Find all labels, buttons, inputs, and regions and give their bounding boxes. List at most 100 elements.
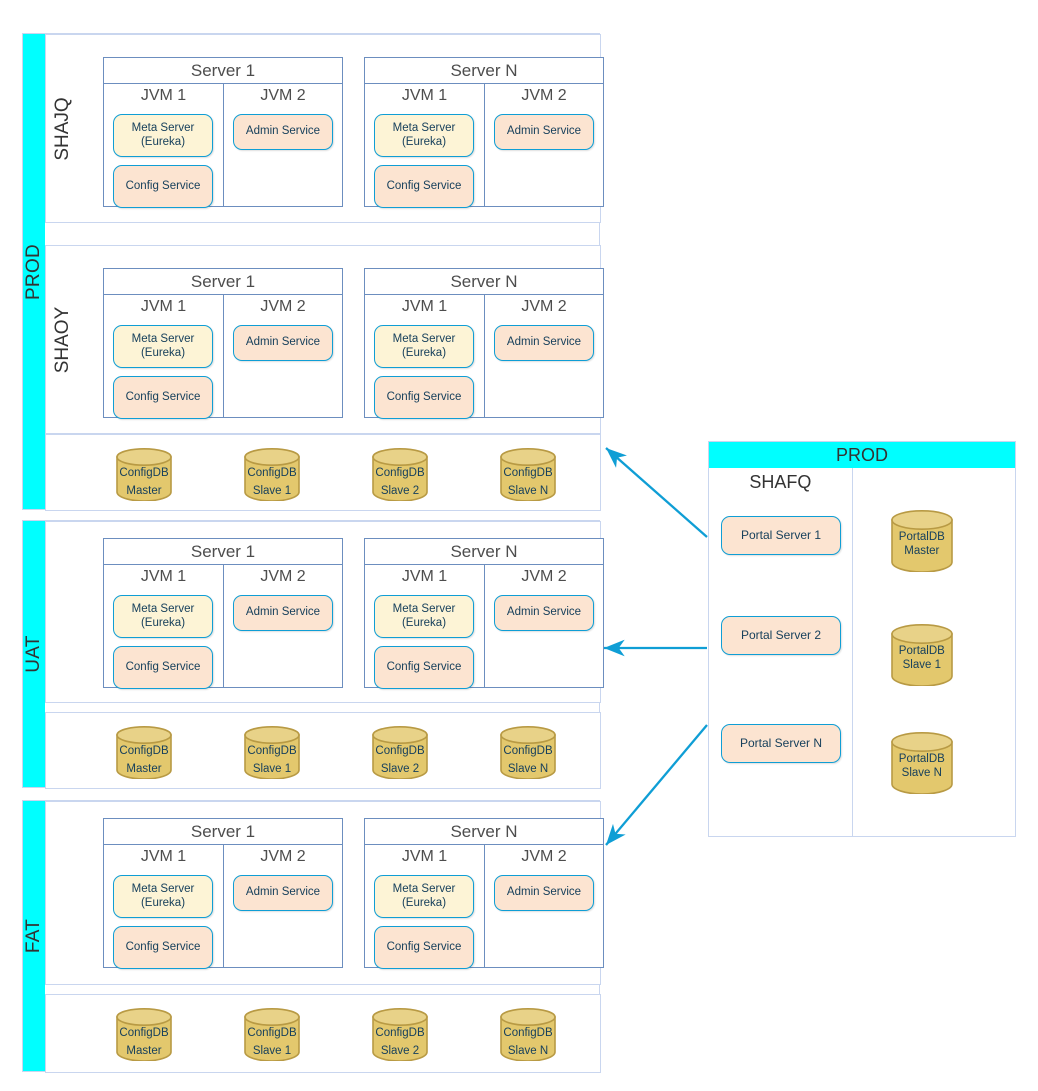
env-band-uat: UAT xyxy=(23,521,45,787)
jvm-box: JVM 1 Meta Server (Eureka) Config Servic… xyxy=(104,845,223,967)
chip-line-2: (Eureka) xyxy=(132,347,195,360)
db-cylinder-configdb-master[interactable]: ConfigDB Master xyxy=(116,448,172,501)
database-icon xyxy=(116,448,172,501)
chip-line-2: (Eureka) xyxy=(132,897,195,910)
chip-line-2: (Eureka) xyxy=(393,347,456,360)
chip-line-1: Meta Server xyxy=(132,333,195,346)
service-chip-meta-server[interactable]: Meta Server (Eureka) xyxy=(113,875,213,918)
database-icon xyxy=(500,1008,556,1061)
chip-line-1: Admin Service xyxy=(246,886,320,899)
service-chip-admin-service[interactable]: Admin Service xyxy=(233,875,333,911)
server-box: Server N JVM 1 Meta Server (Eureka) Conf… xyxy=(364,538,604,688)
database-icon xyxy=(500,726,556,779)
env-band-fat: FAT xyxy=(23,801,45,1071)
server-title: Server 1 xyxy=(104,58,342,84)
fat-cluster: Server 1 JVM 1 Meta Server (Eureka) Conf… xyxy=(45,801,601,985)
service-chip-config-service[interactable]: Config Service xyxy=(113,926,213,969)
chip-line-1: Admin Service xyxy=(507,125,581,138)
service-chip-config-service[interactable]: Config Service xyxy=(113,376,213,419)
prod-configdb-row: ConfigDB Master ConfigDB Slave 1 ConfigD… xyxy=(45,434,601,511)
database-icon xyxy=(244,726,300,779)
portal-server-2[interactable]: Portal Server 2 xyxy=(721,616,841,655)
portal-server-n[interactable]: Portal Server N xyxy=(721,724,841,763)
db-cylinder-configdb-slave-2[interactable]: ConfigDB Slave 2 xyxy=(372,726,428,779)
jvm-title: JVM 1 xyxy=(104,845,223,869)
service-chip-meta-server[interactable]: Meta Server (Eureka) xyxy=(374,325,474,368)
uat-configdb-row: ConfigDB Master ConfigDB Slave 1 ConfigD… xyxy=(45,712,601,789)
chip-line-1: Admin Service xyxy=(246,606,320,619)
database-icon xyxy=(244,1008,300,1061)
service-chip-meta-server[interactable]: Meta Server (Eureka) xyxy=(113,325,213,368)
chip-line-1: Admin Service xyxy=(507,606,581,619)
db-cylinder-configdb-slave-2[interactable]: ConfigDB Slave 2 xyxy=(372,448,428,501)
service-chip-admin-service[interactable]: Admin Service xyxy=(494,875,594,911)
service-chip-admin-service[interactable]: Admin Service xyxy=(494,114,594,150)
chip-line-1: Admin Service xyxy=(246,125,320,138)
jvm-title: JVM 1 xyxy=(104,295,223,319)
service-chip-admin-service[interactable]: Admin Service xyxy=(233,325,333,361)
jvm-box: JVM 1 Meta Server (Eureka) Config Servic… xyxy=(365,84,484,206)
chip-line-2: (Eureka) xyxy=(132,136,195,149)
db-cylinder-portaldb-master[interactable]: PortalDB Master xyxy=(891,510,953,572)
service-chip-meta-server[interactable]: Meta Server (Eureka) xyxy=(113,595,213,638)
service-chip-admin-service[interactable]: Admin Service xyxy=(233,595,333,631)
cluster-shaoy: SHAOY Server 1 JVM 1 Meta Server (Eureka… xyxy=(45,245,601,434)
chip-line-1: Config Service xyxy=(126,180,201,193)
service-chip-config-service[interactable]: Config Service xyxy=(374,926,474,969)
db-cylinder-configdb-master[interactable]: ConfigDB Master xyxy=(116,1008,172,1061)
service-chip-admin-service[interactable]: Admin Service xyxy=(233,114,333,150)
db-cylinder-configdb-slave-n[interactable]: ConfigDB Slave N xyxy=(500,726,556,779)
chip-line-1: Config Service xyxy=(126,941,201,954)
service-chip-config-service[interactable]: Config Service xyxy=(113,165,213,208)
service-chip-config-service[interactable]: Config Service xyxy=(113,646,213,689)
jvm-box: JVM 1 Meta Server (Eureka) Config Servic… xyxy=(365,295,484,417)
service-chip-config-service[interactable]: Config Service xyxy=(374,376,474,419)
chip-line-1: Meta Server xyxy=(393,603,456,616)
jvm-title: JVM 1 xyxy=(365,845,484,869)
server-title: Server N xyxy=(365,539,603,565)
portal-servers-column: SHAFQ Portal Server 1 Portal Server 2 Po… xyxy=(709,468,853,836)
portal-panel-header: PROD xyxy=(709,442,1015,468)
service-chip-config-service[interactable]: Config Service xyxy=(374,646,474,689)
chip-line-2: (Eureka) xyxy=(393,617,456,630)
fat-configdb-row: ConfigDB Master ConfigDB Slave 1 ConfigD… xyxy=(45,994,601,1073)
portal-server-1[interactable]: Portal Server 1 xyxy=(721,516,841,555)
db-cylinder-configdb-slave-n[interactable]: ConfigDB Slave N xyxy=(500,1008,556,1061)
database-icon xyxy=(244,448,300,501)
server-box: Server 1 JVM 1 Meta Server (Eureka) Conf… xyxy=(103,57,343,207)
jvm-title: JVM 1 xyxy=(365,84,484,108)
service-chip-config-service[interactable]: Config Service xyxy=(374,165,474,208)
db-cylinder-configdb-slave-1[interactable]: ConfigDB Slave 1 xyxy=(244,726,300,779)
jvm-title: JVM 2 xyxy=(224,565,342,589)
chip-line-2: (Eureka) xyxy=(132,617,195,630)
jvm-title: JVM 1 xyxy=(365,565,484,589)
chip-line-1: Meta Server xyxy=(132,883,195,896)
cluster-label-shaoy: SHAOY xyxy=(46,246,80,433)
db-cylinder-configdb-slave-1[interactable]: ConfigDB Slave 1 xyxy=(244,1008,300,1061)
database-icon xyxy=(891,624,953,686)
db-cylinder-configdb-slave-2[interactable]: ConfigDB Slave 2 xyxy=(372,1008,428,1061)
db-cylinder-portaldb-slave-n[interactable]: PortalDB Slave N xyxy=(891,732,953,794)
service-chip-admin-service[interactable]: Admin Service xyxy=(494,595,594,631)
service-chip-meta-server[interactable]: Meta Server (Eureka) xyxy=(374,875,474,918)
service-chip-meta-server[interactable]: Meta Server (Eureka) xyxy=(374,595,474,638)
chip-line-1: Config Service xyxy=(387,661,462,674)
db-cylinder-configdb-slave-1[interactable]: ConfigDB Slave 1 xyxy=(244,448,300,501)
server-box: Server 1 JVM 1 Meta Server (Eureka) Conf… xyxy=(103,818,343,968)
database-icon xyxy=(500,448,556,501)
service-chip-meta-server[interactable]: Meta Server (Eureka) xyxy=(374,114,474,157)
env-band-label-prod: PROD xyxy=(23,243,45,299)
server-title: Server N xyxy=(365,819,603,845)
cluster-shajq: SHAJQ Server 1 JVM 1 Meta Server (Eureka… xyxy=(45,34,601,223)
jvm-box: JVM 1 Meta Server (Eureka) Config Servic… xyxy=(104,295,223,417)
service-chip-admin-service[interactable]: Admin Service xyxy=(494,325,594,361)
env-band-prod: PROD xyxy=(23,34,45,509)
server-box: Server N JVM 1 Meta Server (Eureka) Conf… xyxy=(364,818,604,968)
service-chip-meta-server[interactable]: Meta Server (Eureka) xyxy=(113,114,213,157)
jvm-title: JVM 1 xyxy=(365,295,484,319)
db-cylinder-configdb-slave-n[interactable]: ConfigDB Slave N xyxy=(500,448,556,501)
arrow-portal-to-fat xyxy=(606,725,707,845)
db-cylinder-configdb-master[interactable]: ConfigDB Master xyxy=(116,726,172,779)
db-cylinder-portaldb-slave-1[interactable]: PortalDB Slave 1 xyxy=(891,624,953,686)
env-band-label-fat: FAT xyxy=(23,919,45,953)
